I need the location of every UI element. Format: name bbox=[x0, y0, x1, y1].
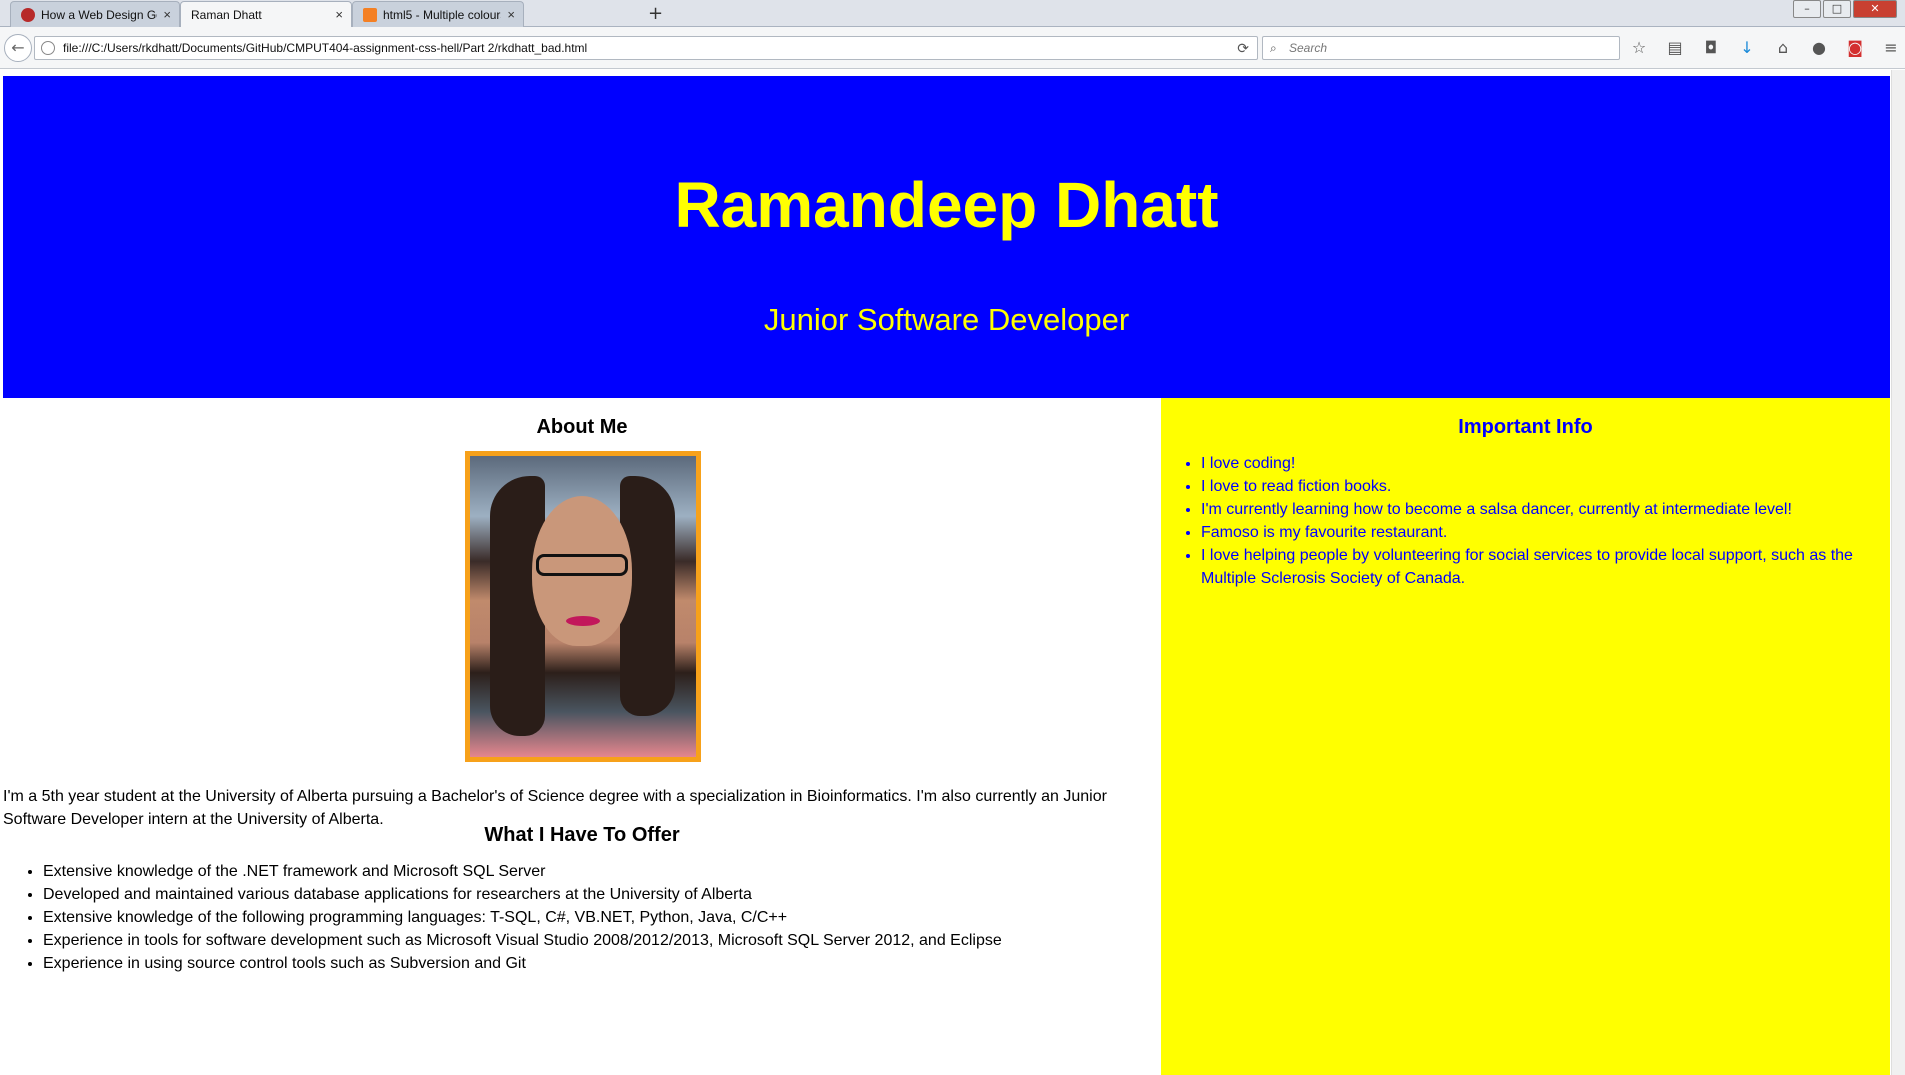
page-scrollbar[interactable] bbox=[1891, 70, 1905, 1075]
header-name: Ramandeep Dhatt bbox=[674, 169, 1219, 241]
left-column: About Me I'm a 5th year student at the U… bbox=[3, 398, 1161, 1075]
about-title: About Me bbox=[536, 416, 628, 438]
search-icon: ⌕ bbox=[1270, 41, 1277, 55]
search-input[interactable]: ⌕ Search bbox=[1262, 36, 1620, 60]
close-window-button[interactable]: ✕ bbox=[1853, 0, 1897, 18]
reading-list-icon[interactable]: ▤ bbox=[1664, 37, 1686, 59]
important-info-panel: Important Info I love coding! I love to … bbox=[1161, 398, 1890, 1075]
list-item: Extensive knowledge of the .NET framewor… bbox=[43, 860, 1143, 883]
back-button[interactable]: ← bbox=[4, 34, 32, 62]
list-item: I love coding! bbox=[1201, 452, 1881, 475]
tab-title: How a Web Design Goes St... bbox=[41, 7, 157, 22]
site-favicon-icon bbox=[21, 7, 35, 22]
tab-title: html5 - Multiple colours fo... bbox=[383, 7, 501, 22]
photo-lips bbox=[566, 616, 600, 626]
list-item: Experience in using source control tools… bbox=[43, 952, 1143, 975]
maximize-button[interactable]: □ bbox=[1823, 0, 1851, 18]
pocket-icon[interactable]: ◘ bbox=[1700, 37, 1722, 59]
tab-html5-colours[interactable]: html5 - Multiple colours fo... × bbox=[352, 1, 524, 27]
search-placeholder: Search bbox=[1289, 41, 1328, 55]
stackoverflow-favicon-icon bbox=[363, 7, 377, 22]
close-tab-icon[interactable]: × bbox=[163, 7, 171, 22]
minimize-button[interactable]: – bbox=[1793, 0, 1821, 18]
page-content: Ramandeep Dhatt Junior Software Develope… bbox=[0, 70, 1905, 1075]
reload-icon[interactable]: ⟳ bbox=[1237, 37, 1249, 59]
profile-photo bbox=[465, 451, 701, 762]
offer-list: Extensive knowledge of the .NET framewor… bbox=[43, 860, 1143, 975]
nav-bar: ← file:///C:/Users/rkdhatt/Documents/Git… bbox=[0, 27, 1905, 69]
close-tab-icon[interactable]: × bbox=[507, 7, 515, 22]
tab-web-design[interactable]: How a Web Design Goes St... × bbox=[10, 1, 180, 27]
window-controls: – □ ✕ bbox=[1793, 0, 1897, 18]
info-title: Important Info bbox=[1458, 416, 1593, 438]
addon-icon[interactable]: ◙ bbox=[1844, 37, 1866, 59]
list-item: I love to read fiction books. bbox=[1201, 475, 1881, 498]
tab-bar: How a Web Design Goes St... × Raman Dhat… bbox=[0, 0, 1905, 27]
header-role: Junior Software Developer bbox=[763, 302, 1130, 337]
photo-glasses bbox=[536, 554, 628, 576]
offer-title: What I Have To Offer bbox=[484, 824, 680, 846]
list-item: Famoso is my favourite restaurant. bbox=[1201, 521, 1881, 544]
page-info-icon[interactable] bbox=[41, 41, 55, 55]
new-tab-button[interactable]: + bbox=[648, 3, 663, 24]
bookmark-star-icon[interactable]: ☆ bbox=[1628, 37, 1650, 59]
menu-icon[interactable]: ≡ bbox=[1880, 37, 1902, 59]
list-item: I'm currently learning how to become a s… bbox=[1201, 498, 1881, 521]
tab-title: Raman Dhatt bbox=[191, 7, 262, 22]
list-item: Developed and maintained various databas… bbox=[43, 883, 1143, 906]
toolbar-icons: ☆ ▤ ◘ ↓ ⌂ ● ◙ ≡ bbox=[1628, 37, 1902, 59]
list-item: Experience in tools for software develop… bbox=[43, 929, 1143, 952]
download-icon[interactable]: ↓ bbox=[1736, 37, 1758, 59]
close-tab-icon[interactable]: × bbox=[335, 7, 343, 22]
chat-icon[interactable]: ● bbox=[1808, 37, 1830, 59]
page-header: Ramandeep Dhatt Junior Software Develope… bbox=[3, 76, 1890, 398]
tab-raman-dhatt[interactable]: Raman Dhatt × bbox=[180, 1, 352, 27]
list-item: Extensive knowledge of the following pro… bbox=[43, 906, 1143, 929]
home-icon[interactable]: ⌂ bbox=[1772, 37, 1794, 59]
url-text: file:///C:/Users/rkdhatt/Documents/GitHu… bbox=[63, 41, 588, 55]
list-item: I love helping people by volunteering fo… bbox=[1201, 544, 1881, 590]
url-bar[interactable]: file:///C:/Users/rkdhatt/Documents/GitHu… bbox=[34, 36, 1258, 60]
info-list: I love coding! I love to read fiction bo… bbox=[1201, 452, 1881, 590]
